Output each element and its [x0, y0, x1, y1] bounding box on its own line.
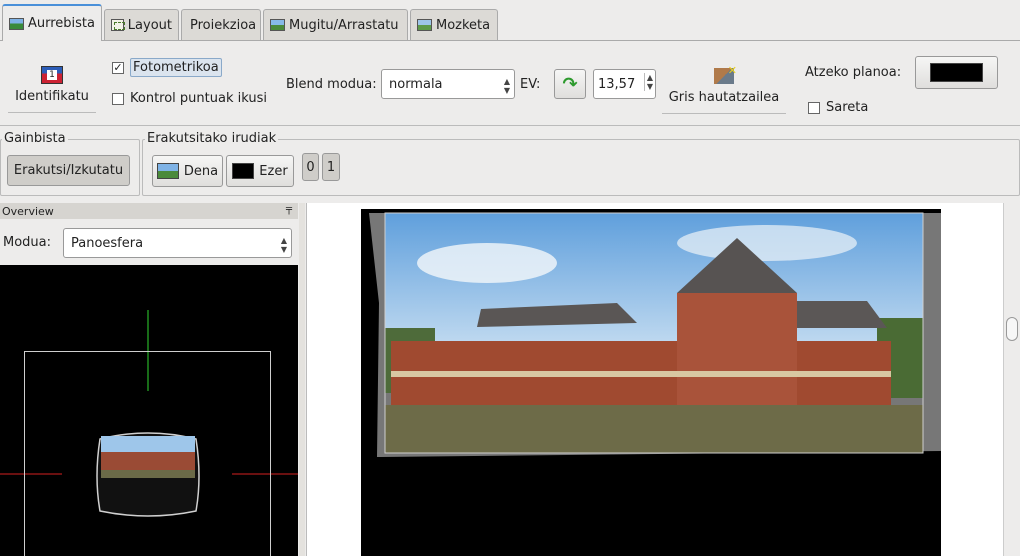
identify-icon: 1	[41, 65, 63, 84]
thumb-sky	[101, 436, 195, 452]
photometric-check-icon: ✓	[112, 61, 124, 74]
overview-group-title: Gainbista	[2, 131, 68, 146]
grid-label: Sareta	[826, 100, 869, 115]
tab-label: Layout	[127, 17, 172, 33]
thumb-building	[101, 452, 195, 470]
grid-checkbox[interactable]: Sareta	[808, 100, 868, 115]
panorama-preview	[369, 212, 941, 457]
show-all-icon	[156, 163, 179, 179]
pin-icon[interactable]: ╤	[286, 204, 292, 215]
preview-scrollbar[interactable]	[1003, 203, 1020, 556]
gray-picker-button[interactable]: ✕ Gris hautatzailea	[662, 59, 786, 114]
dropdown-arrows-icon: ▲ ▼	[280, 236, 287, 254]
control-points-checkbox[interactable]: Kontrol puntuak ikusi	[112, 91, 267, 106]
blend-mode-label: Blend modua:	[286, 77, 377, 92]
mode-label: Modua:	[3, 235, 52, 250]
tab-label: Aurrebista	[27, 16, 95, 31]
show-all-label: Dena	[183, 163, 219, 179]
dropdown-arrows-icon: ▲ ▼	[503, 77, 510, 95]
gl-preview-icon	[9, 17, 24, 30]
tab-bar: Aurrebista Layout Proiekzioa Mugitu/Arra…	[0, 0, 1020, 41]
overview-canvas[interactable]	[0, 265, 298, 556]
gray-picker-label: Gris hautatzailea	[668, 89, 780, 105]
image-toggle-label: 1	[326, 159, 336, 175]
identify-button[interactable]: 1 Identifikatu	[8, 57, 96, 113]
crop-icon	[417, 19, 432, 31]
spin-arrows-icon: ▲ ▼	[643, 73, 653, 91]
tab-mugitu-arrastatu[interactable]: Mugitu/Arrastatu	[263, 9, 408, 40]
show-hide-label: Erakutsi/Izkutatu	[13, 163, 124, 178]
layout-icon	[111, 19, 125, 31]
color-picker-icon: ✕	[714, 64, 737, 84]
overview-viewport	[0, 310, 298, 556]
tab-layout[interactable]: Layout	[104, 9, 179, 40]
veranda-line	[391, 371, 891, 377]
blend-mode-select[interactable]: normala ▲ ▼	[381, 69, 515, 99]
background-label: Atzeko planoa:	[805, 65, 902, 80]
tab-label: Mozketa	[436, 17, 491, 33]
grid-check-icon	[808, 101, 820, 114]
scrollbar-thumb[interactable]	[1006, 317, 1018, 341]
show-none-icon	[232, 163, 255, 179]
tab-mozketa[interactable]: Mozketa	[410, 9, 498, 40]
central-tower	[677, 293, 797, 405]
overview-mode-value: Panoesfera	[71, 235, 144, 251]
ev-value: 13,57	[598, 76, 636, 92]
image-toggle-label: 0	[306, 159, 315, 175]
ev-spinbox[interactable]: 13,57 ▲ ▼	[593, 69, 656, 99]
preview-toolbar: 1 Identifikatu ✓ Fotometrikoa Kontrol pu…	[0, 40, 1020, 126]
overview-header: Overview ╤	[0, 203, 298, 219]
ev-apply-button[interactable]: ↷	[554, 69, 586, 99]
panel-splitter[interactable]	[299, 203, 305, 556]
control-points-check-icon	[112, 92, 124, 105]
redo-arrow-icon: ↷	[562, 73, 578, 95]
move-drag-icon	[270, 19, 285, 31]
thumb-ground	[101, 470, 195, 478]
control-points-label: Kontrol puntuak ikusi	[130, 91, 267, 106]
preview-area[interactable]	[306, 203, 1020, 556]
show-none-button[interactable]: Ezer	[226, 155, 294, 187]
show-none-label: Ezer	[259, 163, 288, 179]
identify-label: Identifikatu	[15, 88, 89, 104]
cloud	[417, 243, 557, 283]
tab-proiekzioa[interactable]: Proiekzioa	[181, 9, 261, 40]
tab-label: Proiekzioa	[190, 17, 257, 33]
lawn	[385, 405, 923, 453]
background-color-button[interactable]	[915, 56, 998, 89]
overview-mode-select[interactable]: Panoesfera ▲ ▼	[63, 228, 292, 258]
image-toggle-1[interactable]: 1	[322, 153, 340, 181]
cloud	[677, 225, 857, 261]
blend-mode-value: normala	[389, 76, 443, 92]
tab-aurrebista[interactable]: Aurrebista	[2, 4, 102, 41]
tab-label: Mugitu/Arrastatu	[289, 17, 399, 33]
show-hide-button[interactable]: Erakutsi/Izkutatu	[7, 155, 130, 186]
ev-label: EV:	[520, 77, 541, 92]
overview-title: Overview	[2, 204, 54, 218]
photometric-checkbox[interactable]: ✓ Fotometrikoa	[112, 58, 222, 77]
photometric-label: Fotometrikoa	[130, 58, 222, 77]
image-toggle-0[interactable]: 0	[302, 153, 319, 181]
displayed-images-title: Erakutsitako irudiak	[145, 131, 279, 146]
show-all-button[interactable]: Dena	[152, 155, 223, 187]
background-color-swatch	[930, 63, 983, 82]
